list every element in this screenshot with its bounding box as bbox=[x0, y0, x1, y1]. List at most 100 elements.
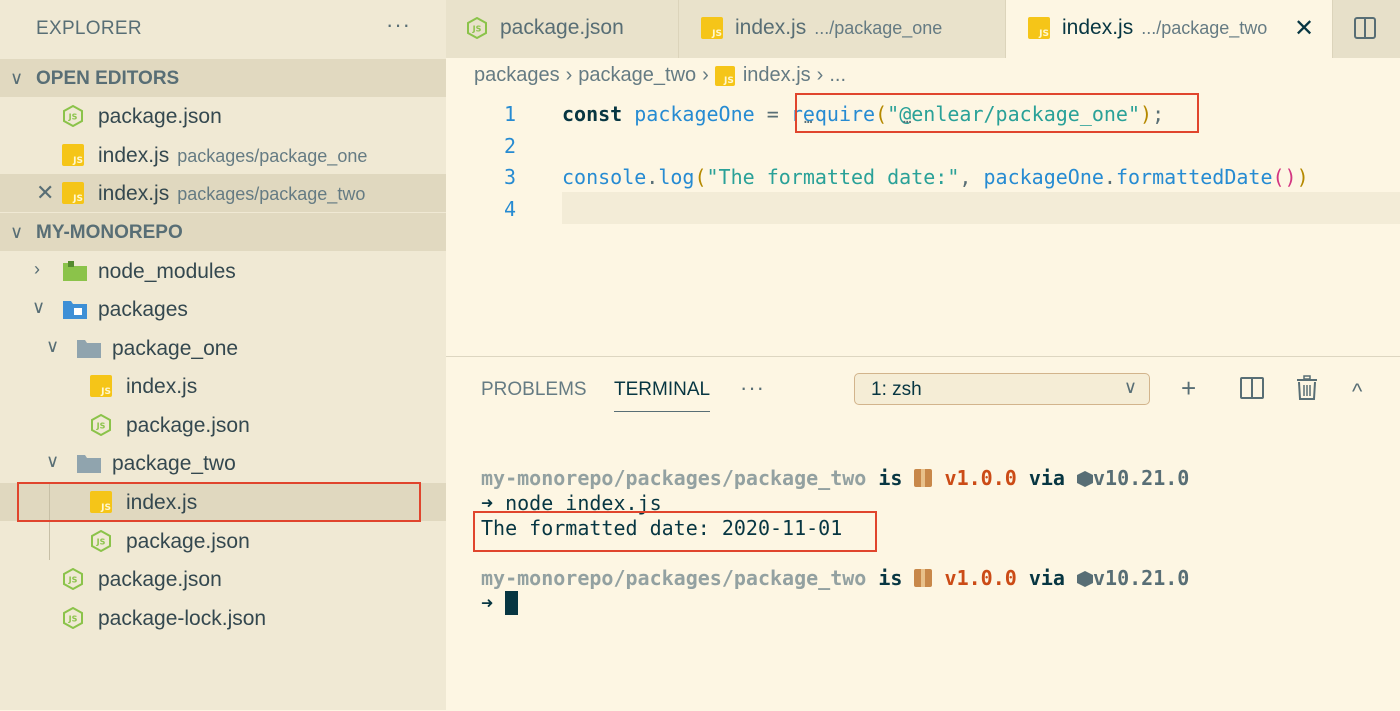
function-name: log bbox=[658, 165, 695, 189]
more-actions-icon[interactable]: ··· bbox=[386, 12, 411, 38]
tree-item-package-two[interactable]: ∨ package_two bbox=[0, 444, 446, 482]
prompt-via: via bbox=[1016, 466, 1077, 490]
tree-item-label: index.js bbox=[126, 375, 198, 398]
code-text: console.log("The formatted date:", packa… bbox=[562, 165, 1309, 189]
object: packageOne bbox=[983, 165, 1104, 189]
open-editor-item[interactable]: index.js packages/package_one bbox=[0, 136, 446, 174]
open-editors-section[interactable]: ∨ OPEN EDITORS bbox=[0, 59, 446, 97]
svg-text:JS: JS bbox=[96, 538, 106, 547]
terminal-select[interactable]: 1: zsh ∨ bbox=[854, 373, 1150, 405]
highlight-box-sidebar bbox=[17, 482, 421, 522]
open-editor-name: index.js bbox=[98, 182, 170, 205]
tree-item-p2-package[interactable]: JS package.json bbox=[0, 522, 446, 560]
json-file-icon: JS bbox=[90, 529, 112, 553]
tab-label-text: index.js bbox=[1062, 16, 1134, 39]
prompt-path: my-monorepo/packages/package_two bbox=[481, 566, 867, 590]
line-number: 1 bbox=[503, 102, 516, 126]
string: "The formatted date:" bbox=[706, 165, 960, 189]
breadcrumb-separator: › bbox=[565, 64, 573, 87]
close-icon[interactable]: ✕ bbox=[36, 180, 54, 206]
split-editor-icon[interactable] bbox=[1354, 17, 1376, 39]
json-file-icon: JS bbox=[466, 16, 488, 40]
chevron-right-icon: › bbox=[34, 259, 40, 279]
code-line: 4 bbox=[446, 192, 1400, 224]
tab-index-one[interactable]: index.js .../package_one bbox=[679, 0, 1006, 58]
close-tab-icon[interactable]: ✕ bbox=[1294, 14, 1314, 43]
code-line: 2 bbox=[446, 129, 1400, 161]
tree-item-label: package_two bbox=[112, 452, 236, 475]
js-file-icon bbox=[62, 182, 84, 204]
open-editor-label: index.js packages/package_two bbox=[98, 182, 365, 206]
chevron-down-icon: ∨ bbox=[10, 68, 24, 88]
add-terminal-icon[interactable]: + bbox=[1181, 375, 1196, 401]
tab-label-text: index.js bbox=[735, 16, 807, 39]
tree-item-p1-index[interactable]: index.js bbox=[0, 367, 446, 405]
variable: packageOne bbox=[634, 102, 755, 126]
open-editor-item[interactable]: JS package.json bbox=[0, 97, 446, 135]
workspace-section[interactable]: ∨ MY-MONOREPO bbox=[0, 213, 446, 251]
package-box-icon bbox=[914, 469, 933, 487]
chevron-down-icon: ∨ bbox=[32, 297, 46, 317]
tree-item-label: node_modules bbox=[98, 260, 236, 283]
js-file-icon bbox=[701, 17, 723, 39]
svg-text:JS: JS bbox=[68, 576, 78, 585]
dot: . bbox=[1103, 165, 1116, 189]
object: console bbox=[562, 165, 647, 189]
code-line: 3 console.log("The formatted date:", pac… bbox=[446, 160, 1400, 192]
prompt-version: v1.0.0 bbox=[944, 466, 1017, 490]
chevron-down-icon: ∨ bbox=[10, 222, 24, 242]
trash-icon[interactable] bbox=[1296, 375, 1318, 401]
chevron-up-icon[interactable]: ^ bbox=[1352, 379, 1362, 405]
open-editor-item-active[interactable]: ✕ index.js packages/package_two bbox=[0, 174, 446, 212]
breadcrumb-item[interactable]: index.js bbox=[743, 64, 811, 86]
split-terminal-icon[interactable] bbox=[1240, 377, 1264, 399]
js-file-icon bbox=[90, 375, 112, 397]
terminal-cursor bbox=[505, 591, 519, 615]
open-editor-path: packages/package_two bbox=[177, 184, 366, 204]
folder-open-icon bbox=[76, 337, 101, 359]
json-file-icon: JS bbox=[62, 567, 84, 591]
paren: () bbox=[1272, 165, 1297, 189]
tab-package-json[interactable]: JS package.json bbox=[446, 0, 679, 58]
tab-problems[interactable]: PROBLEMS bbox=[481, 379, 587, 401]
line-number: 3 bbox=[503, 165, 516, 189]
tab-desc: .../package_one bbox=[814, 18, 943, 38]
breadcrumb: packages›package_two›index.js›... bbox=[474, 64, 846, 92]
breadcrumb-item[interactable]: ... bbox=[829, 64, 846, 86]
explorer-title: EXPLORER bbox=[36, 18, 142, 39]
breadcrumb-item[interactable]: packages bbox=[474, 64, 560, 86]
open-editor-path: packages/package_one bbox=[177, 146, 368, 166]
breadcrumb-separator: › bbox=[816, 64, 824, 87]
js-file-icon bbox=[62, 144, 84, 166]
workspace-label: MY-MONOREPO bbox=[36, 222, 183, 243]
tree-item-root-package[interactable]: JS package.json bbox=[0, 560, 446, 598]
line-number: 4 bbox=[503, 197, 516, 221]
chevron-down-icon: ∨ bbox=[46, 336, 60, 356]
tree-item-p1-package[interactable]: JS package.json bbox=[0, 406, 446, 444]
folder-open-icon bbox=[76, 452, 101, 474]
paren: ( bbox=[694, 165, 707, 189]
package-box-icon bbox=[914, 569, 933, 587]
tree-item-package-one[interactable]: ∨ package_one bbox=[0, 329, 446, 367]
prompt-via: via bbox=[1016, 566, 1077, 590]
chevron-down-icon: ∨ bbox=[1123, 377, 1137, 397]
tree-item-packages[interactable]: ∨ packages bbox=[0, 290, 446, 328]
tab-index-two[interactable]: index.js .../package_two ✕ bbox=[1006, 0, 1333, 58]
function-name: formattedDate bbox=[1115, 165, 1273, 189]
breadcrumb-item[interactable]: package_two bbox=[578, 64, 696, 86]
node-hexagon-icon bbox=[1077, 471, 1093, 487]
terminal-input-line[interactable]: ➜ bbox=[481, 591, 519, 615]
tab-terminal[interactable]: TERMINAL bbox=[614, 379, 711, 412]
tree-item-node-modules[interactable]: › node_modules bbox=[0, 252, 446, 290]
open-editor-label: index.js packages/package_one bbox=[98, 144, 367, 168]
tab-label: index.js .../package_two bbox=[1062, 16, 1267, 40]
open-editor-name: package.json bbox=[98, 105, 222, 128]
tree-item-label: package-lock.json bbox=[98, 607, 267, 630]
tree-item-root-lock[interactable]: JS package-lock.json bbox=[0, 599, 446, 637]
prompt-node-version: v10.21.0 bbox=[1093, 466, 1190, 490]
more-actions-icon[interactable]: ··· bbox=[740, 375, 765, 401]
tree-item-label: package.json bbox=[126, 530, 250, 553]
code-editor[interactable]: 1 const packageOne = require("@enlear/pa… bbox=[446, 94, 1400, 356]
prompt-version: v1.0.0 bbox=[944, 566, 1017, 590]
tree-item-label: package_one bbox=[112, 337, 239, 360]
